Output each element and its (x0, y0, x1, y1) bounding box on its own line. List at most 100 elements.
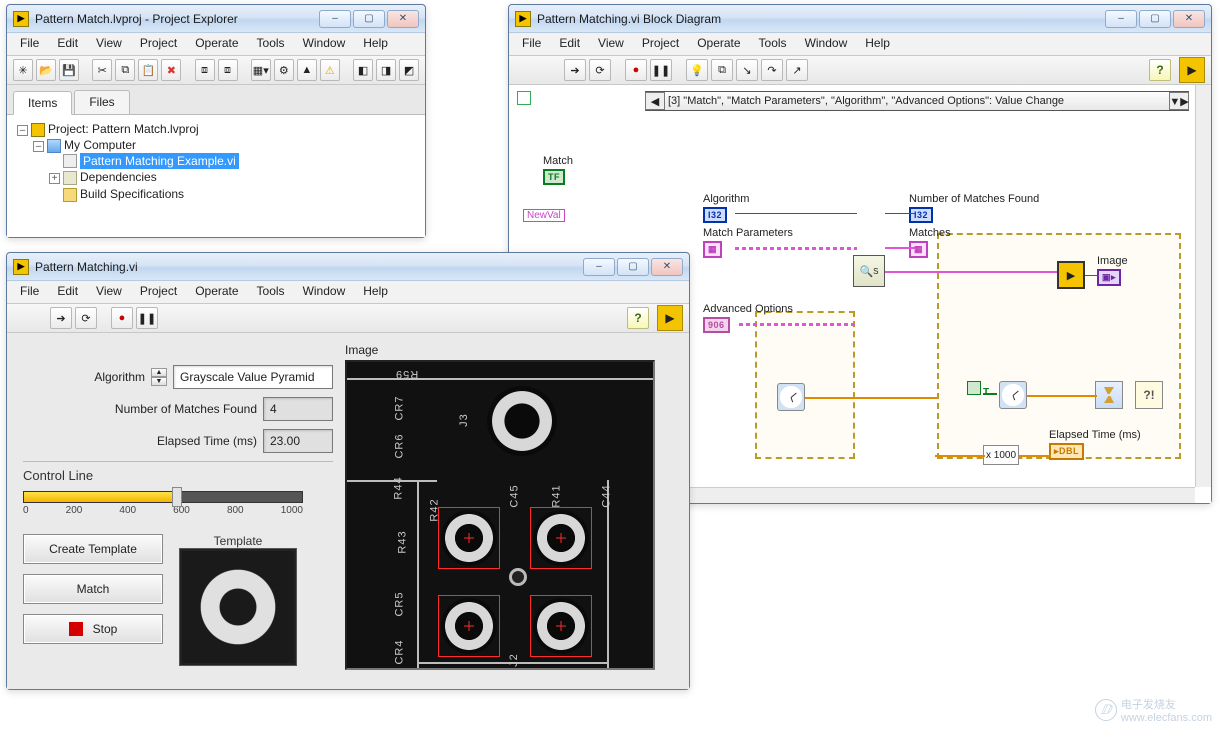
menu-operate[interactable]: Operate (688, 33, 749, 55)
menu-project[interactable]: Project (131, 33, 186, 55)
menu-file[interactable]: File (11, 33, 48, 55)
algorithm-spinner[interactable]: ▲▼ (151, 368, 167, 386)
close-button[interactable]: ✕ (387, 10, 419, 28)
maximize-button[interactable]: ▢ (353, 10, 385, 28)
copy-icon[interactable]: ⧉ (115, 59, 135, 81)
menu-tools[interactable]: Tools (750, 33, 796, 55)
pause-button[interactable]: ❚❚ (136, 307, 158, 329)
run-button[interactable]: ➔ (50, 307, 72, 329)
node-matches[interactable]: Matches ▦ (909, 227, 951, 258)
create-template-button[interactable]: Create Template (23, 534, 163, 564)
step-over-icon[interactable]: ↷ (761, 59, 783, 81)
menu-view[interactable]: View (87, 33, 131, 55)
prev-case-arrow-icon[interactable]: ◀ (645, 92, 665, 110)
control-line-slider[interactable] (23, 491, 303, 503)
minimize-button[interactable]: – (583, 258, 615, 276)
vi-icon-button[interactable]: ▶ (657, 305, 683, 331)
menu-file[interactable]: File (11, 281, 48, 303)
menu-operate[interactable]: Operate (186, 33, 247, 55)
node-num-matches[interactable]: Number of Matches Found I32 (909, 193, 1039, 223)
vi-icon-button[interactable]: ▶ (1179, 57, 1205, 83)
toolbar-icon-a[interactable]: ⧈ (195, 59, 215, 81)
context-help-icon[interactable]: ? (1149, 59, 1171, 81)
error-node[interactable]: ?! (1135, 381, 1163, 409)
tree-vi[interactable]: Pattern Matching Example.vi (49, 153, 419, 170)
project-tree[interactable]: –Project: Pattern Match.lvproj –My Compu… (7, 115, 425, 237)
menu-project[interactable]: Project (131, 281, 186, 303)
menu-help[interactable]: Help (354, 33, 397, 55)
retain-wires-icon[interactable]: ⧉ (711, 59, 733, 81)
maximize-button[interactable]: ▢ (1139, 10, 1171, 28)
tab-files[interactable]: Files (74, 90, 129, 114)
menu-window[interactable]: Window (796, 33, 857, 55)
close-button[interactable]: ✕ (651, 258, 683, 276)
paste-icon[interactable]: 📋 (138, 59, 158, 81)
abort-button[interactable]: ● (111, 307, 133, 329)
vertical-scrollbar[interactable] (1195, 85, 1211, 487)
menu-edit[interactable]: Edit (48, 33, 87, 55)
maximize-button[interactable]: ▢ (617, 258, 649, 276)
menu-window[interactable]: Window (294, 33, 355, 55)
menu-view[interactable]: View (589, 33, 633, 55)
highlight-exec-icon[interactable]: 💡 (686, 59, 708, 81)
fp-titlebar[interactable]: ▶ Pattern Matching.vi – ▢ ✕ (7, 253, 689, 281)
overlay-subvi[interactable]: ▶ (1057, 261, 1085, 289)
run-cont-button[interactable]: ⟳ (75, 307, 97, 329)
toolbar-icon-c[interactable]: ▦▾ (251, 59, 271, 81)
wait-node[interactable] (1095, 381, 1123, 409)
node-algorithm[interactable]: Algorithm I32 (703, 193, 749, 223)
node-elapsed[interactable]: Elapsed Time (ms) ▸DBL (1049, 429, 1141, 460)
delete-icon[interactable]: ✖ (161, 59, 181, 81)
toolbar-icon-h[interactable]: ◨ (376, 59, 396, 81)
menu-help[interactable]: Help (856, 33, 899, 55)
run-button[interactable]: ➔ (564, 59, 586, 81)
bd-titlebar[interactable]: ▶ Pattern Matching.vi Block Diagram – ▢ … (509, 5, 1211, 33)
next-case-arrow-icon[interactable]: ▼▶ (1169, 92, 1189, 110)
menu-edit[interactable]: Edit (48, 281, 87, 303)
toolbar-icon-i[interactable]: ◩ (399, 59, 419, 81)
menu-tools[interactable]: Tools (248, 281, 294, 303)
toolbar-icon-b[interactable]: ⧈ (218, 59, 238, 81)
menu-edit[interactable]: Edit (550, 33, 589, 55)
node-image[interactable]: Image ▣▸ (1097, 255, 1128, 286)
run-cont-button[interactable]: ⟳ (589, 59, 611, 81)
toolbar-icon-d[interactable]: ⚙ (274, 59, 294, 81)
tick-count-end[interactable] (999, 381, 1027, 409)
algorithm-value[interactable]: Grayscale Value Pyramid (173, 365, 333, 389)
toolbar-icon-g[interactable]: ◧ (353, 59, 373, 81)
menu-tools[interactable]: Tools (248, 33, 294, 55)
node-match[interactable]: Match TF (543, 155, 573, 185)
toolbar-icon-e[interactable]: ▲ (297, 59, 317, 81)
chevron-down-icon[interactable]: ▼ (151, 377, 167, 386)
menu-help[interactable]: Help (354, 281, 397, 303)
tree-build[interactable]: Build Specifications (49, 186, 419, 203)
new-icon[interactable]: ✳ (13, 59, 33, 81)
step-out-icon[interactable]: ↗ (786, 59, 808, 81)
search-subvi[interactable]: 🔍S (853, 255, 885, 287)
minimize-button[interactable]: – (1105, 10, 1137, 28)
minimize-button[interactable]: – (319, 10, 351, 28)
tab-items[interactable]: Items (13, 91, 72, 115)
multiply-node[interactable]: x 1000 (983, 445, 1019, 465)
explorer-titlebar[interactable]: ▶ Pattern Match.lvproj - Project Explore… (7, 5, 425, 33)
image-display[interactable]: R59 CR7 J3 CR6 R44 R43 R42 C45 R41 C44 C… (345, 360, 655, 670)
tick-count-start[interactable] (777, 383, 805, 411)
node-newval[interactable]: NewVal (523, 209, 565, 222)
event-case-selector[interactable]: ◀ ▼▶ [3] "Match", "Match Parameters", "A… (645, 91, 1189, 111)
slider-thumb[interactable] (172, 487, 182, 507)
menu-project[interactable]: Project (633, 33, 688, 55)
step-into-icon[interactable]: ↘ (736, 59, 758, 81)
tree-computer[interactable]: –My Computer Pattern Matching Example.vi… (33, 137, 419, 204)
menu-view[interactable]: View (87, 281, 131, 303)
menu-operate[interactable]: Operate (186, 281, 247, 303)
tree-root[interactable]: –Project: Pattern Match.lvproj –My Compu… (17, 121, 419, 205)
save-icon[interactable]: 💾 (59, 59, 79, 81)
true-constant[interactable]: T (967, 381, 989, 398)
menu-window[interactable]: Window (294, 281, 355, 303)
tree-deps[interactable]: +Dependencies (49, 169, 419, 186)
close-button[interactable]: ✕ (1173, 10, 1205, 28)
toolbar-icon-f[interactable]: ⚠ (320, 59, 340, 81)
stop-button[interactable]: Stop (23, 614, 163, 644)
open-icon[interactable]: 📂 (36, 59, 56, 81)
match-button[interactable]: Match (23, 574, 163, 604)
